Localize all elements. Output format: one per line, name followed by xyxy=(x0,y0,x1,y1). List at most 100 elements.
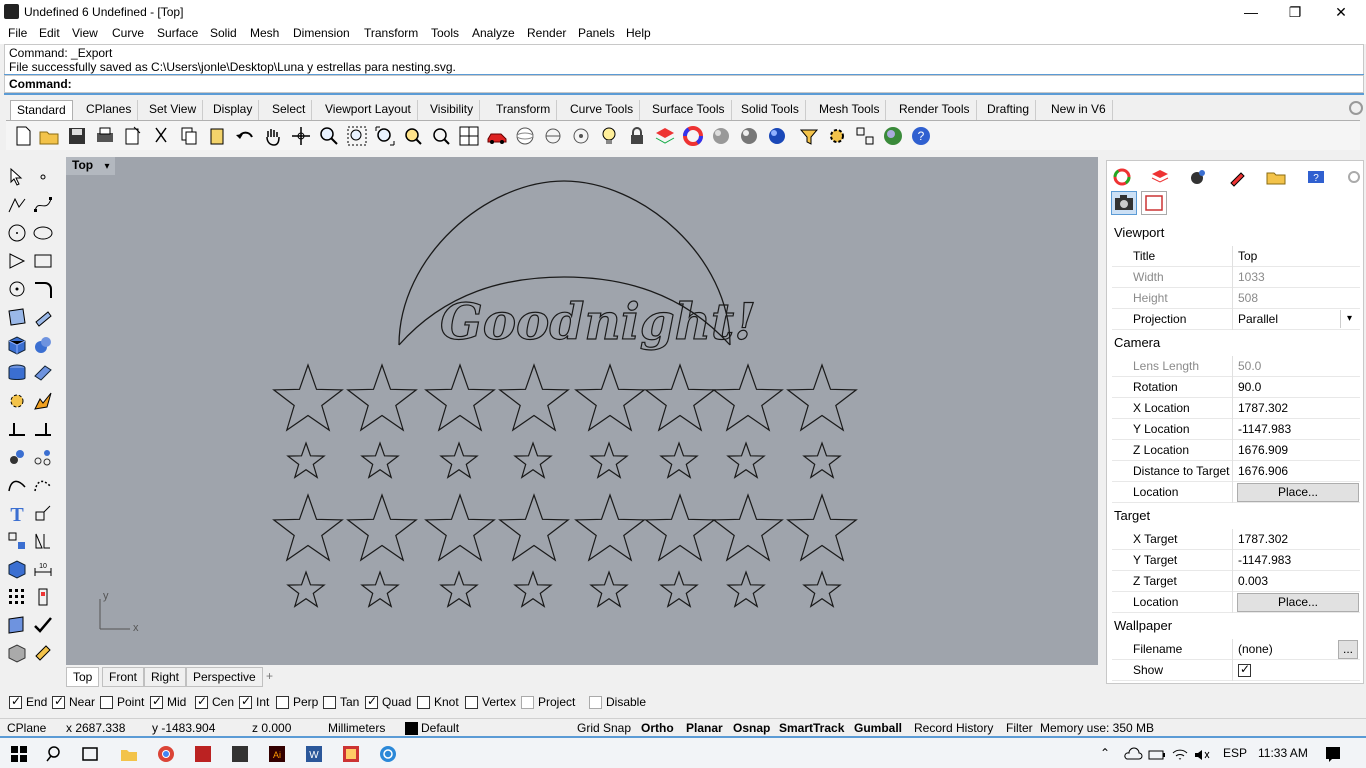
tab-select[interactable]: Select xyxy=(266,100,313,120)
command-line[interactable]: Command: xyxy=(4,75,1364,93)
viewport-tab-perspective[interactable]: Perspective xyxy=(186,667,263,687)
restore-button[interactable]: ❐ xyxy=(1272,0,1318,24)
x-target-field[interactable]: 1787.302 xyxy=(1238,532,1288,546)
osnap-vertex[interactable]: Vertex xyxy=(465,695,516,710)
target-icon[interactable] xyxy=(570,125,592,147)
polyline-icon[interactable] xyxy=(6,194,28,216)
wifi-icon[interactable] xyxy=(1170,745,1190,765)
task-view-icon[interactable] xyxy=(80,744,100,764)
chevron-down-icon[interactable]: ▾ xyxy=(1340,310,1358,328)
file-explorer-icon[interactable] xyxy=(119,744,139,764)
solid-box-icon[interactable] xyxy=(6,558,28,580)
menu-panels[interactable]: Panels xyxy=(578,26,615,40)
menu-solid[interactable]: Solid xyxy=(210,26,237,40)
copy-icon[interactable] xyxy=(178,125,200,147)
zoom-icon[interactable] xyxy=(318,125,340,147)
viewport-tab-top[interactable]: Top xyxy=(66,667,100,687)
planar-toggle[interactable]: Planar xyxy=(686,721,723,735)
layers-icon[interactable] xyxy=(1149,167,1171,187)
tab-drafting[interactable]: Drafting xyxy=(981,100,1037,120)
rectangle-icon[interactable] xyxy=(32,250,54,272)
clock[interactable]: 11:33 AM xyxy=(1258,746,1308,760)
extrude-icon[interactable] xyxy=(32,306,54,328)
camera-subtab[interactable] xyxy=(1111,191,1137,215)
ellipse-icon[interactable] xyxy=(32,222,54,244)
gear-icon[interactable] xyxy=(1343,167,1365,187)
word-icon[interactable]: W xyxy=(304,744,324,764)
bulb-icon[interactable] xyxy=(598,125,620,147)
box-icon[interactable] xyxy=(6,334,28,356)
arc-icon[interactable] xyxy=(6,250,28,272)
add-viewport-tab-button[interactable]: + xyxy=(260,667,279,687)
browse-button[interactable]: ... xyxy=(1338,640,1358,659)
cylinder-icon[interactable] xyxy=(6,362,28,384)
menu-view[interactable]: View xyxy=(72,26,98,40)
sphere-render-icon[interactable] xyxy=(738,125,760,147)
minimize-button[interactable]: — xyxy=(1228,0,1274,24)
open-icon[interactable] xyxy=(38,125,60,147)
viewport-tab-front[interactable]: Front xyxy=(102,667,145,687)
search-icon[interactable] xyxy=(45,744,65,764)
camera-place-button[interactable]: Place... xyxy=(1237,483,1359,502)
zoom-extents-icon[interactable] xyxy=(374,125,396,147)
surface-corner-icon[interactable] xyxy=(6,306,28,328)
mesh-plane-icon[interactable] xyxy=(32,362,54,384)
title-field[interactable]: Top xyxy=(1238,249,1257,263)
tab-cplanes[interactable]: CPlanes xyxy=(80,100,139,120)
filter-toggle[interactable]: Filter xyxy=(1006,721,1033,735)
mirror-icon[interactable] xyxy=(32,530,54,552)
osnap-project[interactable]: Project xyxy=(521,695,575,710)
x-location-field[interactable]: 1787.302 xyxy=(1238,401,1288,415)
tab-display[interactable]: Display xyxy=(207,100,260,120)
cut-icon[interactable] xyxy=(150,125,172,147)
render-icon[interactable] xyxy=(1187,167,1209,187)
tab-render-tools[interactable]: Render Tools xyxy=(893,100,977,120)
top-viewport[interactable]: Goodnight! y x xyxy=(66,157,1098,665)
tab-standard[interactable]: Standard xyxy=(10,100,73,120)
pan-icon[interactable] xyxy=(262,125,284,147)
circle-icon[interactable] xyxy=(6,222,28,244)
brush-icon[interactable] xyxy=(1227,167,1249,187)
chevron-down-icon[interactable]: ▾ xyxy=(104,161,109,172)
rhino-app-icon[interactable] xyxy=(4,4,19,19)
notification-icon[interactable] xyxy=(1323,744,1343,764)
scale-icon[interactable] xyxy=(32,502,54,524)
globe-icon[interactable] xyxy=(882,125,904,147)
split-icon[interactable] xyxy=(32,418,54,440)
osnap-disable[interactable]: Disable xyxy=(589,695,646,710)
polygon-icon[interactable] xyxy=(6,278,28,300)
menu-dimension[interactable]: Dimension xyxy=(293,26,350,40)
osnap-tan[interactable]: Tan xyxy=(323,695,359,710)
osnap-near[interactable]: Near xyxy=(52,694,95,710)
paste-icon[interactable] xyxy=(206,125,228,147)
menu-transform[interactable]: Transform xyxy=(364,26,418,40)
properties-icon[interactable] xyxy=(32,586,54,608)
menu-curve[interactable]: Curve xyxy=(112,26,144,40)
gumball-toggle[interactable]: Gumball xyxy=(854,721,902,735)
menu-file[interactable]: File xyxy=(8,26,27,40)
gear-icon[interactable] xyxy=(826,125,848,147)
layer-icon[interactable] xyxy=(654,125,676,147)
undo-icon[interactable] xyxy=(234,125,256,147)
osnap-toggle[interactable]: Osnap xyxy=(733,721,770,735)
osnap-point[interactable]: Point xyxy=(100,695,144,710)
cortana-icon[interactable] xyxy=(378,744,398,764)
settings-icon[interactable] xyxy=(854,125,876,147)
smarttrack-toggle[interactable]: SmartTrack xyxy=(779,721,844,735)
osnap-knot[interactable]: Knot xyxy=(417,695,459,710)
close-button[interactable]: ✕ xyxy=(1318,0,1364,24)
menu-render[interactable]: Render xyxy=(527,26,566,40)
tab-curve-tools[interactable]: Curve Tools xyxy=(564,100,641,120)
tab-set-view[interactable]: Set View xyxy=(143,100,204,120)
cplane-label[interactable]: CPlane xyxy=(7,721,46,735)
zoom-window-icon[interactable] xyxy=(346,125,368,147)
zoom-selected-icon[interactable] xyxy=(402,125,424,147)
new-file-icon[interactable] xyxy=(12,125,34,147)
cube-gray-icon[interactable] xyxy=(6,642,28,664)
filename-field[interactable]: (none) xyxy=(1238,642,1273,656)
explode-icon[interactable] xyxy=(32,390,54,412)
tab-new-in-v6[interactable]: New in V6 xyxy=(1045,100,1113,120)
group-icon[interactable] xyxy=(6,446,28,468)
save-icon[interactable] xyxy=(66,125,88,147)
y-location-field[interactable]: -1147.983 xyxy=(1238,422,1291,436)
